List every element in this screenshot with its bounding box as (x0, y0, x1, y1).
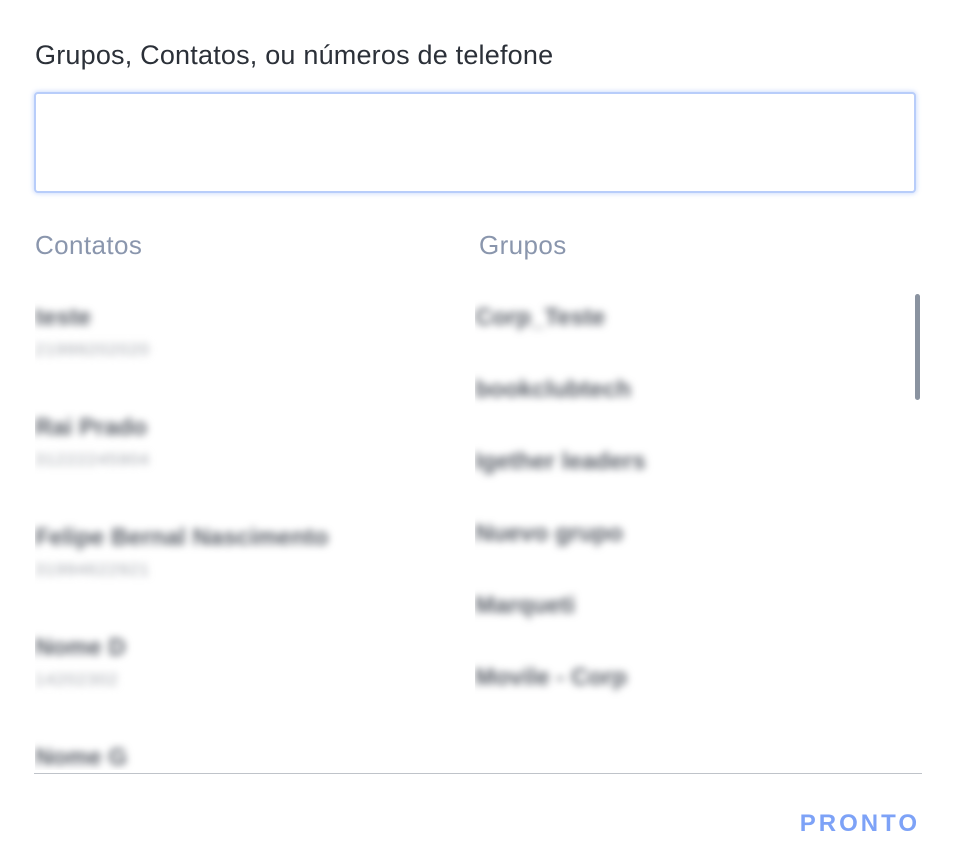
contact-name: Felipe Bernal Nascimento (35, 524, 329, 551)
contact-name: Rai Prado (35, 414, 148, 441)
recipient-picker-dialog: Grupos, Contatos, ou números de telefone… (0, 0, 956, 868)
contact-item[interactable]: teste 21999202020 (35, 292, 465, 402)
group-item[interactable]: Movile - Corp (475, 652, 905, 724)
group-name: Corp_Teste (475, 304, 606, 331)
contact-phone: 21999202020 (35, 340, 151, 359)
group-item[interactable]: Nuevo grupo (475, 508, 905, 580)
recipient-search-input[interactable] (34, 92, 916, 193)
contact-item[interactable]: Nome G (35, 732, 465, 770)
groups-scrollbar[interactable] (915, 294, 920, 400)
group-name: Igether leaders (475, 448, 646, 475)
contact-item[interactable]: Rai Prado 31222245904 (35, 402, 465, 512)
contacts-list: teste 21999202020 Rai Prado 31222245904 … (35, 292, 465, 770)
group-item[interactable]: bookclubtech (475, 364, 905, 436)
group-name: bookclubtech (475, 376, 632, 403)
group-item[interactable]: Corp_Teste (475, 292, 905, 364)
groups-list: Corp_Teste bookclubtech Igether leaders … (475, 292, 905, 770)
groups-heading: Grupos (479, 230, 567, 260)
contact-phone: 31994622921 (35, 560, 151, 579)
group-name: Movile - Corp (475, 664, 628, 691)
group-item[interactable]: Marqueti (475, 580, 905, 652)
footer-divider (34, 773, 922, 774)
contact-phone: 14202302 (35, 670, 119, 689)
contact-name: Nome D (35, 634, 126, 661)
group-name: Nuevo grupo (475, 520, 623, 547)
contact-name: teste (35, 304, 92, 331)
contacts-heading: Contatos (35, 230, 143, 260)
contact-item[interactable]: Nome D 14202302 (35, 622, 465, 732)
recipient-field-label: Grupos, Contatos, ou números de telefone (35, 40, 554, 70)
contact-phone: 31222245904 (35, 450, 151, 469)
group-item[interactable]: Igether leaders (475, 436, 905, 508)
done-button[interactable]: PRONTO (800, 806, 920, 842)
contact-item[interactable]: Felipe Bernal Nascimento 31994622921 (35, 512, 465, 622)
group-name: Marqueti (475, 592, 576, 619)
contact-name: Nome G (35, 744, 128, 770)
